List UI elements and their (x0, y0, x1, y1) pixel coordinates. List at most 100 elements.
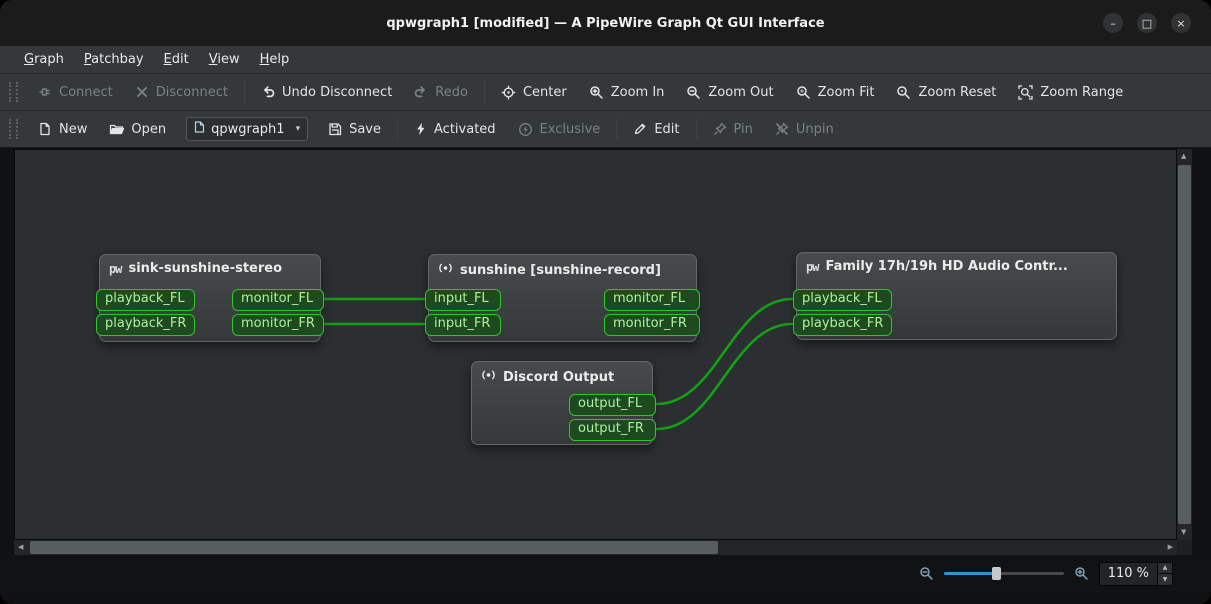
save-button[interactable]: Save (318, 117, 391, 142)
statusbar: 110 % ▲ ▼ (0, 555, 1211, 592)
app-window: qpwgraph1 [modified] — A PipeWire Graph … (0, 0, 1211, 604)
menu-patchbay[interactable]: Patchbay (74, 48, 154, 71)
unpin-button[interactable]: Unpin (765, 117, 844, 142)
maximize-button[interactable]: □ (1137, 13, 1157, 33)
port-monitor-fr[interactable]: monitor_FR (232, 314, 324, 336)
node-title-text: sunshine [sunshine-record] (460, 262, 661, 278)
graph-canvas[interactable]: pw sink-sunshine-stereo playback_FL play… (14, 149, 1177, 540)
toolbar-separator (483, 81, 485, 103)
vertical-scrollbar-thumb[interactable] (1178, 165, 1191, 524)
activated-bolt-icon (414, 122, 427, 136)
port-input-fl[interactable]: input_FL (425, 289, 501, 311)
zoom-reset-icon (896, 85, 911, 100)
titlebar[interactable]: qpwgraph1 [modified] — A PipeWire Graph … (0, 0, 1211, 46)
zoom-slider[interactable] (943, 565, 1064, 582)
horizontal-scrollbar[interactable]: ◀ ▶ (14, 540, 1177, 555)
connection-wires (323, 297, 794, 431)
zoom-range-button[interactable]: Zoom Range (1008, 80, 1133, 105)
exclusive-label: Exclusive (539, 121, 601, 137)
pipewire-icon: pw (109, 261, 122, 276)
node-sunshine-record[interactable]: sunshine [sunshine-record] input_FL inpu… (425, 254, 700, 342)
node-discord-output[interactable]: Discord Output output_FL output_FR (471, 361, 656, 445)
menu-graph[interactable]: Graph (14, 48, 74, 71)
pin-button[interactable]: Pin (703, 117, 763, 142)
undo-disconnect-label: Undo Disconnect (281, 84, 393, 100)
port-input-fr[interactable]: input_FR (425, 314, 501, 336)
port-monitor-fr[interactable]: monitor_FR (604, 314, 700, 336)
scrollbar-corner (1177, 540, 1192, 555)
node-title: pw Family 17h/19h HD Audio Contr... (797, 253, 1116, 278)
redo-icon (414, 85, 428, 99)
audio-record-icon (438, 261, 453, 279)
edit-pencil-icon (633, 122, 647, 136)
horizontal-scrollbar-thumb[interactable] (30, 541, 718, 554)
node-title-text: Family 17h/19h HD Audio Contr... (825, 259, 1068, 274)
zoom-slider-handle[interactable] (991, 567, 1001, 580)
open-folder-icon (109, 122, 125, 136)
disconnect-label: Disconnect (155, 84, 228, 100)
zoom-out-button[interactable]: Zoom Out (676, 80, 783, 105)
port-playback-fr[interactable]: playback_FR (793, 314, 892, 336)
redo-button[interactable]: Redo (404, 80, 478, 105)
spin-up-icon: ▲ (1162, 564, 1168, 572)
zoom-fit-button[interactable]: Zoom Fit (786, 80, 885, 105)
edit-button[interactable]: Edit (623, 117, 689, 142)
new-file-icon (38, 122, 52, 136)
exclusive-icon (518, 122, 533, 137)
vertical-scrollbar[interactable]: ▲ ▼ (1177, 149, 1192, 540)
zoom-spinbox[interactable]: 110 % ▲ ▼ (1098, 561, 1173, 586)
disconnect-button[interactable]: Disconnect (125, 80, 238, 105)
patchbay-combo[interactable]: qpwgraph1 ▾ (186, 117, 309, 141)
redo-label: Redo (435, 84, 468, 100)
connect-icon (38, 85, 52, 99)
center-icon (501, 85, 516, 100)
close-button[interactable]: × (1171, 13, 1191, 33)
port-playback-fl[interactable]: playback_FL (793, 289, 892, 311)
port-playback-fr[interactable]: playback_FR (96, 314, 195, 336)
graph-toolbar: Connect Disconnect Undo Disconnect Redo … (0, 74, 1211, 111)
toolbar-grip[interactable] (9, 82, 18, 102)
scroll-left-icon[interactable]: ◀ (18, 544, 23, 551)
zoom-in-button[interactable]: Zoom In (579, 80, 675, 105)
spin-up-button[interactable]: ▲ (1158, 562, 1172, 573)
new-button[interactable]: New (28, 117, 97, 142)
save-label: Save (349, 121, 382, 137)
menu-edit[interactable]: Edit (154, 48, 199, 71)
toolbar-grip[interactable] (9, 119, 18, 139)
port-monitor-fl[interactable]: monitor_FL (604, 289, 700, 311)
exclusive-button[interactable]: Exclusive (508, 117, 611, 142)
zoom-in-magnifier-icon[interactable] (1074, 566, 1089, 581)
zoom-reset-button[interactable]: Zoom Reset (886, 80, 1006, 105)
scroll-up-icon[interactable]: ▲ (1181, 153, 1186, 160)
activated-button[interactable]: Activated (404, 117, 506, 142)
port-playback-fl[interactable]: playback_FL (96, 289, 195, 311)
node-sink-sunshine-stereo[interactable]: pw sink-sunshine-stereo playback_FL play… (96, 254, 324, 342)
toolbar-separator (616, 118, 618, 140)
audio-record-icon (481, 368, 496, 386)
open-label: Open (131, 121, 167, 137)
undo-disconnect-button[interactable]: Undo Disconnect (251, 80, 402, 105)
zoom-spin-buttons: ▲ ▼ (1157, 562, 1172, 585)
connect-button[interactable]: Connect (28, 80, 123, 105)
spin-down-button[interactable]: ▼ (1158, 573, 1172, 585)
scroll-down-icon[interactable]: ▼ (1181, 529, 1186, 536)
port-monitor-fl[interactable]: monitor_FL (232, 289, 324, 311)
unpin-label: Unpin (795, 121, 834, 137)
node-family-hd-audio[interactable]: pw Family 17h/19h HD Audio Contr... play… (793, 252, 1117, 340)
pipewire-icon: pw (806, 259, 819, 274)
port-output-fr[interactable]: output_FR (569, 419, 656, 441)
toolbar-separator (695, 118, 697, 140)
scroll-right-icon[interactable]: ▶ (1168, 544, 1173, 551)
zoom-out-magnifier-icon[interactable] (919, 566, 934, 581)
window-title: qpwgraph1 [modified] — A PipeWire Graph … (386, 15, 825, 31)
minimize-icon: – (1110, 16, 1116, 30)
menu-help[interactable]: Help (250, 48, 300, 71)
toolbar-separator (243, 81, 245, 103)
center-button[interactable]: Center (491, 80, 577, 105)
minimize-button[interactable]: – (1103, 13, 1123, 33)
menu-view[interactable]: View (199, 48, 250, 71)
patchbay-toolbar: New Open qpwgraph1 ▾ Save Activated Excl… (0, 111, 1211, 148)
open-button[interactable]: Open (99, 117, 176, 142)
port-output-fl[interactable]: output_FL (569, 394, 656, 416)
zoom-in-icon (589, 85, 604, 100)
